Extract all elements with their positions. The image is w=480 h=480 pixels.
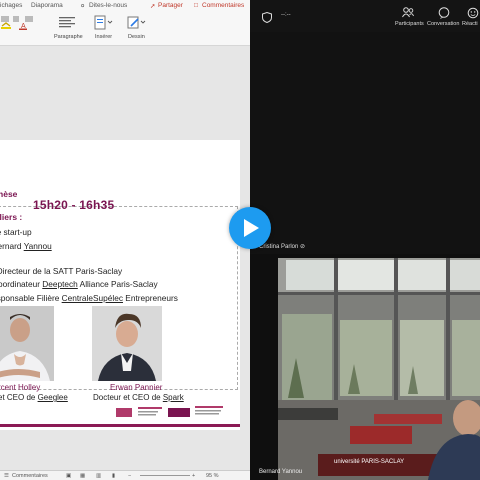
menu-item-diaporama[interactable]: Diaporama [31,2,63,9]
agenda-text: , Directeur de la SATT Paris-Saclay [0,266,123,276]
notes-icon[interactable]: ☰ [4,473,9,479]
meeting-timer: --:-- [281,12,291,18]
status-bar: ☰ Commentaires ▣ ▦ ▥ ▮ − + 95 % [0,470,250,480]
comment-icon: □ [194,2,198,9]
play-icon [244,219,259,237]
video-tile-2[interactable] [278,258,480,480]
shield-icon [262,12,272,23]
agenda-link: CentraleSupélec [61,293,123,303]
speaker-role-text: Docteur et CEO de [93,393,163,402]
comments-button[interactable]: Commentaires [202,2,244,9]
play-button[interactable] [229,207,271,249]
slideshow-view-icon[interactable]: ▮ [112,473,115,479]
menu-item-affichage[interactable]: ichages [0,2,22,9]
participants-icon[interactable] [402,7,414,18]
format-toolbar[interactable]: A [1,14,41,30]
meeting-toolbar: --:-- Participants Conversation Réacti [250,0,480,32]
menu-bar: ichages Diaporama ⚪ Dites-le-nous ➚ Part… [0,0,250,12]
participant-name-tile-2: Bernard Yannou [259,469,303,475]
ribbon-group-inserer: Insérer [95,34,113,40]
share-button[interactable]: Partager [158,2,183,9]
agenda-line: he start-up [0,227,32,237]
zoom-slider[interactable] [140,475,190,476]
agenda-line: Coordinateur Deeptech Alliance Paris-Sac… [0,279,158,289]
speaker-name: Erwan Pannier [110,383,163,392]
speaker-role: Docteur et CEO de Spark [93,393,184,402]
agenda-line: , Directeur de la SATT Paris-Saclay [0,266,122,276]
agenda-link: Yannou [23,241,52,251]
slide[interactable]: othèse 15h20 - 16h35 teliers : he start-… [0,140,240,430]
slide-canvas: othèse 15h20 - 16h35 teliers : he start-… [0,46,250,470]
agenda-text: Bernard [0,241,22,251]
conversation-button[interactable]: Conversation [427,21,459,27]
person-icon [98,313,156,381]
speaker-role-link: Geeglee [37,393,68,402]
sorter-view-icon[interactable]: ▦ [80,473,85,479]
slide-footer-bar [0,424,240,427]
speaker-role-text: et CEO de [0,393,38,402]
reading-view-icon[interactable]: ▥ [96,473,101,479]
person-icon [0,314,50,381]
lightbulb-icon: ⚪ [80,3,86,10]
slide-footer-logos [0,402,240,424]
ribbon: A Paragraphe Insérer Dessin [0,12,250,46]
ribbon-group-dessin: Dessin [128,34,145,40]
zoom-out-icon[interactable]: − [128,473,131,479]
zoom-in-icon[interactable]: + [192,473,195,479]
zoom-level[interactable]: 95 % [206,473,219,479]
slide-title: othèse [0,189,18,199]
participants-button[interactable]: Participants [395,21,424,27]
office-background [278,258,480,480]
comments-status-button[interactable]: Commentaires [12,473,48,479]
agenda-line: Bernard Yannou [0,241,52,251]
universite-watermark: université PARIS-SACLAY [334,459,405,465]
draw-icon[interactable] [126,15,148,31]
agenda-text: Coordinateur [0,279,40,289]
reactions-icon[interactable] [467,7,479,19]
reactions-button[interactable]: Réacti [462,21,478,27]
speaker-photo-2 [92,306,162,381]
paragraph-icon[interactable] [57,15,79,31]
video-tile-1[interactable] [250,32,480,254]
agenda-text: he start-up [0,227,32,237]
normal-view-icon[interactable]: ▣ [66,473,71,479]
ribbon-group-paragraphe: Paragraphe [54,34,83,40]
agenda-line: esponsable Filière CentraleSupélec Entre… [0,293,178,303]
agenda-text: Entrepreneurs [122,293,178,303]
screen: ichages Diaporama ⚪ Dites-le-nous ➚ Part… [0,0,480,480]
meeting-window: --:-- Participants Conversation Réacti C… [250,0,480,480]
participant-name-tile-1: Cristina Parlon ⊘ [259,243,305,250]
speaker-name: rcent Holley [0,383,41,392]
speaker-role-link: Spark [162,393,184,402]
speaker-photo-1 [0,306,54,381]
chat-icon[interactable] [438,7,450,19]
presentation-editor: ichages Diaporama ⚪ Dites-le-nous ➚ Part… [0,0,250,480]
speaker-role: et CEO de Geeglee [0,393,68,402]
tell-me-input[interactable]: Dites-le-nous [89,2,127,9]
agenda-link: Deeptech [42,279,78,289]
participant-name: Cristina Parlon [259,244,299,250]
share-icon: ➚ [150,3,156,10]
agenda-text: Alliance Paris-Saclay [77,279,158,289]
mic-off-icon: ⊘ [300,244,306,250]
partner-logos [116,406,223,417]
insert-icon[interactable] [92,15,114,31]
agenda-text: esponsable Filière [0,293,60,303]
time-range: 15h20 - 16h35 [33,198,115,212]
ateliers-heading: teliers : [0,212,23,222]
